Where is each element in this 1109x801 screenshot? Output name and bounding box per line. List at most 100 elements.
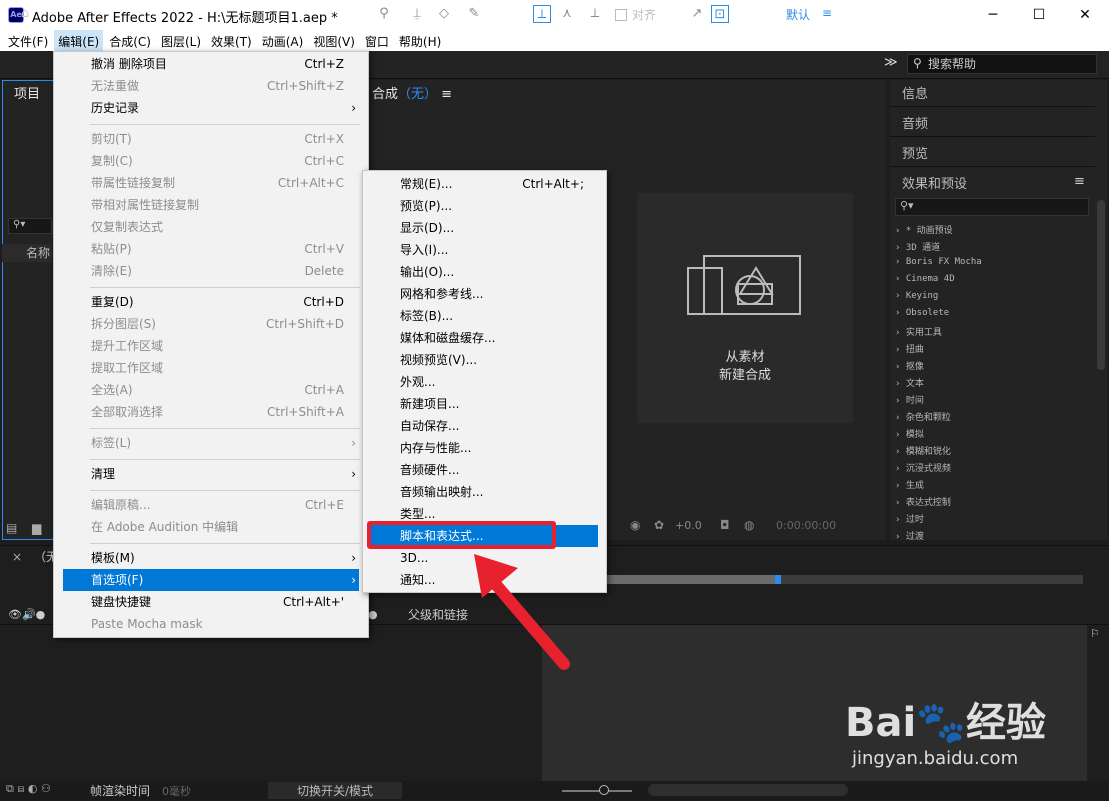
effects-category-item[interactable]: › 时间 (895, 393, 924, 406)
effects-category-label: Boris FX Mocha (905, 257, 982, 267)
workspace-default[interactable]: 默认 (786, 6, 810, 23)
preferences-menu-item[interactable]: 显示(D)... (363, 217, 606, 239)
current-time[interactable]: 0:00:00:00 (776, 519, 836, 532)
menubar-item[interactable]: 帮助(H) (395, 30, 445, 51)
menubar-item[interactable]: 编辑(E) (54, 30, 104, 51)
workspace-menu-icon[interactable]: ≡ (822, 6, 832, 20)
effects-scrollbar[interactable] (1097, 200, 1105, 370)
effects-category-item[interactable]: › 过时 (895, 512, 924, 525)
effects-category-item[interactable]: › Boris FX Mocha (895, 257, 982, 267)
effects-category-item[interactable]: › 沉浸式视频 (895, 461, 951, 474)
edit-menu-item[interactable]: 模板(M) › (54, 547, 368, 569)
preferences-menu-item[interactable]: 自动保存... (363, 415, 606, 437)
preferences-menu-item[interactable]: 常规(E)... Ctrl+Alt+; (363, 173, 606, 195)
home-icon[interactable]: ⌂ (16, 5, 34, 23)
menubar-item[interactable]: 合成(C) (105, 30, 155, 51)
interpret-footage-icon[interactable]: ▤ (6, 521, 17, 535)
effects-category-item[interactable]: › 模拟 (895, 427, 924, 440)
menubar-item[interactable]: 文件(F) (4, 30, 52, 51)
preview-panel-tab[interactable]: 预览 (902, 143, 928, 162)
align-checkbox[interactable] (615, 9, 627, 21)
snap-icon[interactable]: ↗ (688, 5, 706, 23)
preferences-menu-item[interactable]: 内存与性能... (363, 437, 606, 459)
close-button[interactable]: ✕ (1062, 0, 1108, 30)
help-search-input[interactable]: 搜索帮助 (907, 54, 1097, 74)
comp-marker-icon[interactable]: ⚐ (1090, 627, 1100, 640)
menubar-item[interactable]: 窗口 (361, 30, 393, 51)
edit-menu-item[interactable]: 重复(D) Ctrl+D (54, 291, 368, 313)
zoom-slider[interactable] (562, 790, 632, 792)
project-name-column[interactable]: 名称 (2, 244, 52, 262)
menubar-item[interactable]: 视图(V) (309, 30, 359, 51)
toggle-switches-modes[interactable]: 切换开关/模式 (268, 782, 402, 799)
preferences-menu-item[interactable]: 网格和参考线... (363, 283, 606, 305)
eraser-icon[interactable]: ◇ (435, 5, 453, 23)
edit-menu-item[interactable]: 撤消 删除项目 Ctrl+Z (54, 53, 368, 75)
pin-icon[interactable]: ✎ (465, 5, 483, 23)
axis-world-icon[interactable]: ⋏ (558, 5, 576, 23)
effects-category-item[interactable]: › Keying (895, 291, 938, 301)
effects-category-item[interactable]: › 表达式控制 (895, 495, 951, 508)
effects-menu-icon[interactable]: ≡ (1074, 174, 1085, 189)
effects-category-item[interactable]: › 文本 (895, 376, 924, 389)
parent-link-column[interactable]: 父级和链接 (408, 606, 468, 623)
status-icons[interactable]: ⧉ ⧈ ◐ ⚇ (6, 782, 51, 796)
audio-panel-tab[interactable]: 音频 (902, 113, 928, 132)
project-panel-title[interactable]: 项目 (14, 83, 40, 102)
menubar-item[interactable]: 动画(A) (258, 30, 308, 51)
more-workspaces[interactable]: ≫ (884, 55, 898, 70)
preferences-menu-item[interactable]: 导入(I)... (363, 239, 606, 261)
preferences-menu-item[interactable]: 音频硬件... (363, 459, 606, 481)
edit-menu-item[interactable]: 首选项(F) › (63, 569, 359, 591)
effects-category-item[interactable]: › Obsolete (895, 308, 949, 318)
effects-category-item[interactable]: › 抠像 (895, 359, 924, 372)
exposure-value[interactable]: +0.0 (675, 519, 702, 532)
effects-category-item[interactable]: › 模糊和锐化 (895, 444, 951, 457)
puppet-pin-icon[interactable]: ⚲ (375, 5, 393, 23)
preferences-menu-item[interactable]: 视频预览(V)... (363, 349, 606, 371)
maximize-button[interactable]: ☐ (1016, 0, 1062, 30)
menubar-item[interactable]: 效果(T) (207, 30, 256, 51)
preferences-menu-item[interactable]: 标签(B)... (363, 305, 606, 327)
preferences-menu-item[interactable]: 音频输出映射... (363, 481, 606, 503)
snapshot-icon[interactable]: ◘ (720, 518, 730, 532)
effects-category-item[interactable]: › 生成 (895, 478, 924, 491)
edit-menu-item[interactable]: 键盘快捷键 Ctrl+Alt+' (54, 591, 368, 613)
effects-category-item[interactable]: › 3D 通道 (895, 240, 940, 253)
project-search-input[interactable]: ⚲▾ (8, 218, 52, 234)
snapping-grid-icon[interactable]: ⊡ (711, 5, 729, 23)
show-snapshot-icon[interactable]: ◍ (744, 518, 754, 532)
preferences-menu-item[interactable]: 新建项目... (363, 393, 606, 415)
preferences-menu-item[interactable]: 输出(O)... (363, 261, 606, 283)
av-switches-icons[interactable]: 👁🔊● (8, 608, 45, 621)
edit-menu-item[interactable]: 历史记录 › (54, 97, 368, 119)
effects-presets-tab[interactable]: 效果和预设 (902, 173, 967, 192)
preferences-menu-item[interactable]: 媒体和磁盘缓存... (363, 327, 606, 349)
zoom-slider-handle[interactable] (599, 785, 609, 795)
exposure-icon[interactable]: ✿ (654, 518, 664, 532)
info-panel-tab[interactable]: 信息 (902, 83, 928, 102)
effects-category-item[interactable]: › Cinema 4D (895, 274, 955, 284)
solo-icon[interactable]: ● (368, 608, 378, 621)
stamp-icon[interactable]: ⍊ (408, 5, 426, 23)
close-tab-icon[interactable]: × (12, 550, 22, 564)
axis-view-icon[interactable]: ⟂ (586, 5, 604, 23)
preferences-menu-item[interactable]: 外观... (363, 371, 606, 393)
new-folder-icon[interactable]: ▆ (32, 521, 41, 535)
edit-menu-item[interactable]: 清理 › (54, 463, 368, 485)
effects-category-item[interactable]: › 杂色和颗粒 (895, 410, 951, 423)
effects-category-item[interactable]: › 过渡 (895, 529, 924, 542)
playhead-marker[interactable] (775, 575, 781, 584)
preferences-menu-item[interactable]: 预览(P)... (363, 195, 606, 217)
menubar-item[interactable]: 图层(L) (157, 30, 205, 51)
axis-local-icon[interactable]: ⟂ (533, 5, 551, 23)
effects-category-item[interactable]: › * 动画预设 (895, 223, 953, 236)
menu-item-label: 带属性链接复制 (91, 176, 176, 190)
composition-panel-title[interactable]: 合成（无） ≡ (372, 83, 452, 102)
minimize-button[interactable]: ─ (970, 0, 1016, 30)
timeline-scrollbar[interactable] (648, 784, 848, 796)
effects-search-input[interactable] (895, 198, 1089, 216)
color-channel-icon[interactable]: ◉ (630, 518, 640, 532)
effects-category-item[interactable]: › 扭曲 (895, 342, 924, 355)
effects-category-item[interactable]: › 实用工具 (895, 325, 942, 338)
